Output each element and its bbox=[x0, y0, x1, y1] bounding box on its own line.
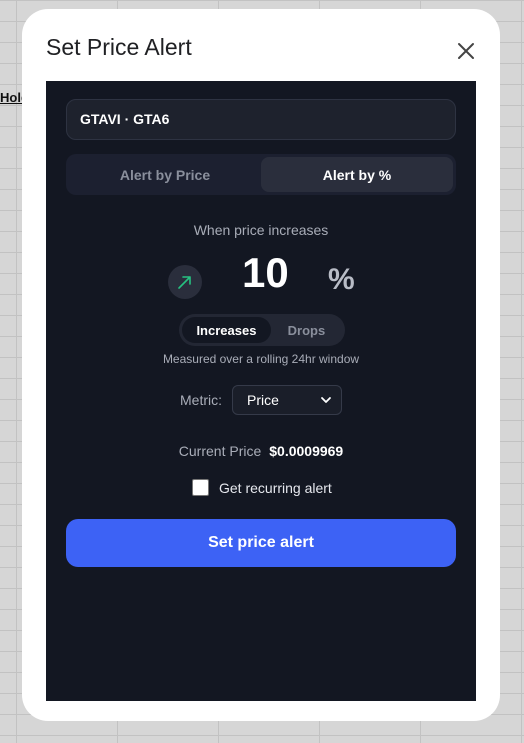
set-price-alert-button[interactable]: Set price alert bbox=[66, 519, 456, 567]
percent-unit: % bbox=[328, 263, 355, 296]
recurring-label: Get recurring alert bbox=[219, 479, 332, 496]
close-button[interactable] bbox=[454, 39, 478, 63]
ticker-field[interactable]: GTAVI · GTA6 bbox=[66, 99, 456, 140]
alert-panel: GTAVI · GTA6 Alert by Price Alert by % W… bbox=[46, 81, 476, 701]
trend-up-arrow-icon bbox=[178, 276, 191, 289]
modal-title: Set Price Alert bbox=[46, 34, 192, 60]
direction-drops[interactable]: Drops bbox=[271, 317, 342, 343]
direction-toggle: Increases Drops bbox=[179, 314, 345, 346]
percent-value[interactable]: 10 bbox=[242, 249, 289, 297]
metric-selected-value: Price bbox=[247, 392, 279, 408]
current-price-label: Current Price bbox=[178, 443, 262, 459]
metric-label: Metric: bbox=[180, 392, 222, 408]
current-price-value: $0.0009969 bbox=[269, 443, 344, 459]
recurring-alert-option[interactable]: Get recurring alert bbox=[192, 479, 332, 496]
trend-indicator bbox=[168, 265, 202, 299]
close-icon bbox=[458, 43, 474, 59]
tab-alert-by-price[interactable]: Alert by Price bbox=[69, 157, 261, 192]
metric-select[interactable]: Price bbox=[232, 385, 342, 415]
condition-caption: When price increases bbox=[193, 222, 329, 238]
direction-increases[interactable]: Increases bbox=[182, 317, 271, 343]
price-alert-modal: Set Price Alert GTAVI · GTA6 Alert by Pr… bbox=[22, 9, 500, 721]
chevron-down-icon bbox=[321, 397, 331, 403]
recurring-checkbox[interactable] bbox=[192, 479, 209, 496]
current-price-row: Current Price $0.0009969 bbox=[46, 443, 476, 459]
window-hint: Measured over a rolling 24hr window bbox=[162, 352, 360, 366]
alert-mode-tabs: Alert by Price Alert by % bbox=[66, 154, 456, 195]
tab-alert-by-percent[interactable]: Alert by % bbox=[261, 157, 453, 192]
